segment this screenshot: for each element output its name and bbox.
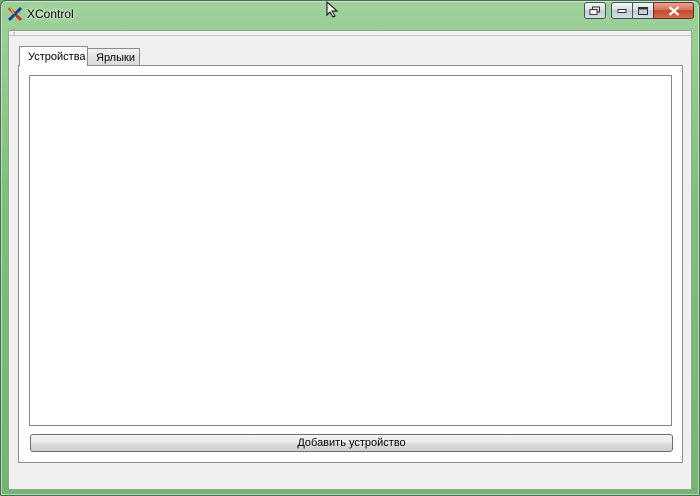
window-title: XControl (27, 7, 74, 21)
close-icon (668, 5, 679, 16)
devices-list[interactable] (29, 75, 672, 426)
restore-down-button[interactable] (584, 2, 606, 19)
grip-icon: ⋮ (10, 28, 18, 37)
close-button[interactable] (653, 2, 694, 19)
maximize-button[interactable] (632, 2, 654, 19)
menu-strip: ⋮ (9, 28, 691, 37)
mouse-cursor-icon (326, 1, 339, 18)
minimize-icon (617, 8, 627, 13)
tab-devices[interactable]: Устройства (19, 46, 88, 66)
maximize-icon (638, 6, 648, 15)
restore-down-icon (589, 6, 600, 15)
tab-shortcuts[interactable]: Ярлыки (87, 48, 140, 66)
client-area: ⋮ Устройства Ярлыки Добавить устройство (8, 28, 692, 490)
minimize-button[interactable] (611, 2, 633, 19)
xcontrol-app-icon (7, 6, 23, 22)
add-device-button[interactable]: Добавить устройство (30, 434, 673, 452)
app-window: XControl ⋮ Устройства Ярлыки Добавить ус… (0, 0, 700, 496)
title-bar[interactable]: XControl (1, 1, 699, 28)
tab-panel-devices: Добавить устройство (18, 65, 683, 463)
